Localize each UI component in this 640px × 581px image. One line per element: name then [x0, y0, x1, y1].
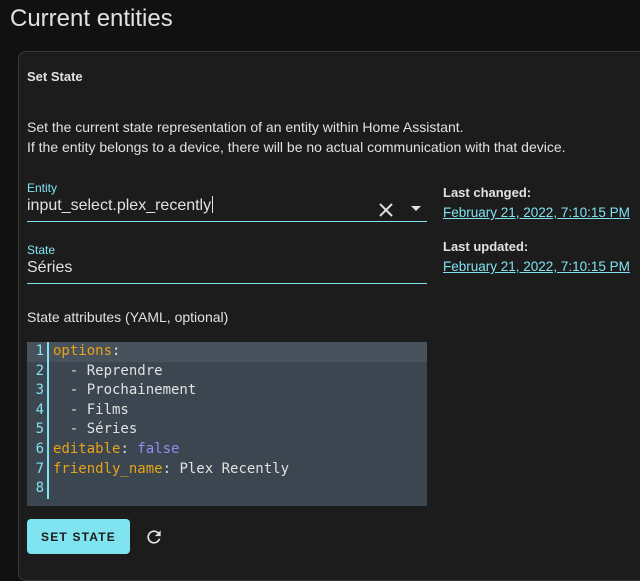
entity-input[interactable]: input_select.plex_recently — [27, 195, 427, 218]
last-updated-label: Last updated: — [443, 239, 529, 254]
yaml-separator: : — [162, 460, 180, 477]
line-number: 6 — [27, 439, 49, 460]
code-line: 3 - Prochainement — [27, 381, 427, 401]
code-line: 7 friendly_name: Plex Recently — [27, 459, 427, 480]
state-attributes-label: State attributes (YAML, optional) — [27, 309, 229, 325]
set-state-button[interactable]: SET STATE — [27, 519, 130, 554]
state-field-label: State — [27, 243, 56, 257]
last-changed-label: Last changed: — [443, 185, 532, 200]
last-changed-link[interactable]: February 21, 2022, 7:10:15 PM — [443, 205, 630, 221]
yaml-code-editor[interactable]: 1 options: 2 - Reprendre 3 - Prochainement 4… — [27, 342, 427, 506]
yaml-key: options — [53, 343, 113, 359]
last-updated-link[interactable]: February 21, 2022, 7:10:15 PM — [443, 259, 630, 275]
code-line: 8 — [27, 479, 427, 499]
code-line: 1 options: — [27, 342, 427, 362]
last-changed: Last changed: February 21, 2022, 7:10:15… — [443, 185, 630, 221]
yaml-value: - Films — [53, 401, 129, 418]
close-icon[interactable] — [377, 201, 395, 219]
line-number: 4 — [27, 400, 49, 421]
yaml-key: editable — [53, 440, 121, 457]
description-line-1: Set the current state representation of … — [27, 119, 464, 135]
yaml-separator: : — [120, 440, 138, 457]
description-line-2: If the entity belongs to a device, there… — [27, 139, 566, 155]
yaml-value: false — [137, 440, 180, 457]
code-line: 5 - Séries — [27, 420, 427, 440]
line-number: 1 — [27, 342, 49, 362]
line-number: 2 — [27, 361, 49, 382]
code-line: 6 editable: false — [27, 439, 427, 460]
yaml-key: friendly_name — [53, 460, 163, 477]
page-title: Current entities — [10, 5, 173, 32]
yaml-separator: : — [112, 343, 121, 359]
yaml-value: - Reprendre — [53, 362, 163, 379]
refresh-icon[interactable] — [144, 527, 164, 547]
line-number: 7 — [27, 459, 49, 480]
entity-input-value: input_select.plex_recently — [27, 197, 212, 214]
last-updated: Last updated: February 21, 2022, 7:10:15… — [443, 239, 630, 275]
yaml-value: - Séries — [53, 421, 138, 438]
state-field[interactable]: State Séries — [27, 243, 427, 284]
card-title: Set State — [27, 69, 83, 84]
code-line: 4 - Films — [27, 400, 427, 421]
chevron-down-icon[interactable] — [411, 206, 421, 211]
text-caret — [212, 196, 214, 213]
entity-field-label: Entity — [27, 181, 58, 195]
yaml-value: Plex Recently — [179, 460, 290, 477]
set-state-card: Set State Set the current state represen… — [18, 51, 640, 581]
code-line: 2 - Reprendre — [27, 361, 427, 382]
line-number: 8 — [27, 479, 49, 499]
yaml-value: - Prochainement — [53, 382, 197, 399]
card-description: Set the current state representation of … — [27, 117, 566, 157]
state-input[interactable]: Séries — [27, 257, 427, 280]
entity-field[interactable]: Entity input_select.plex_recently — [27, 181, 427, 222]
line-number: 5 — [27, 420, 49, 440]
line-number: 3 — [27, 381, 49, 401]
